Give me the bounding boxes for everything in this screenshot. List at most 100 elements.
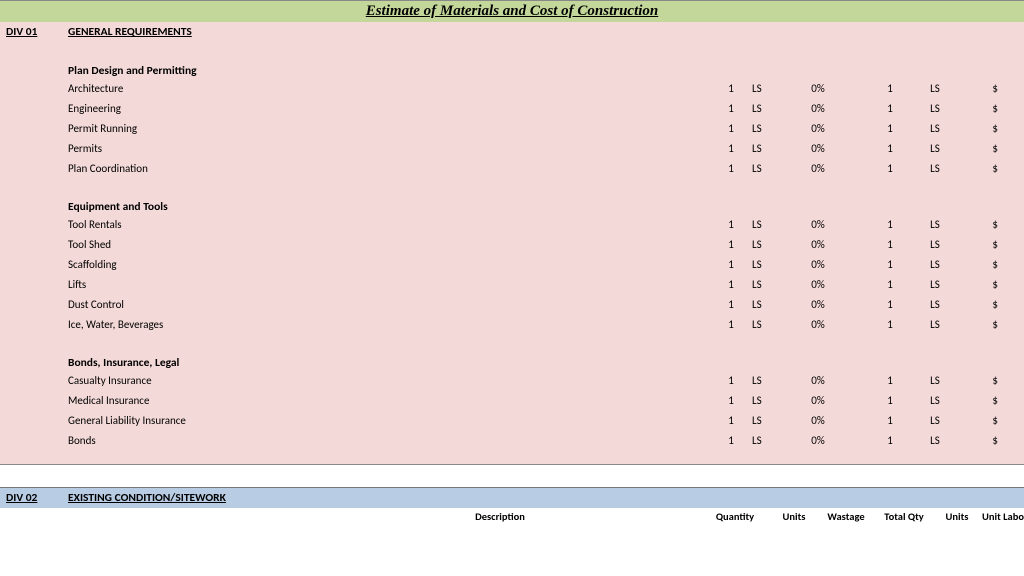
item-wastage: 0%	[794, 82, 842, 95]
item-cost: $	[964, 82, 1006, 95]
table-row: Ice, Water, Beverages1LS0%1LS$	[68, 314, 1024, 334]
item-units: LS	[748, 374, 794, 387]
group-block: Bonds, Insurance, LegalCasualty Insuranc…	[0, 334, 1024, 450]
item-units: LS	[748, 394, 794, 407]
column-labels-row: Description Quantity Units Wastage Total…	[0, 508, 1024, 523]
item-units: LS	[748, 162, 794, 175]
table-row: Bonds1LS0%1LS$	[68, 430, 1024, 450]
item-cost: $	[964, 258, 1006, 271]
item-wastage: 0%	[794, 298, 842, 311]
item-cost: $	[964, 238, 1006, 251]
item-description: Permit Running	[68, 122, 714, 135]
item-units2: LS	[906, 142, 964, 155]
item-cost: $	[964, 102, 1006, 115]
div02-header: DIV 02 EXISTING CONDITION/SITEWORK	[0, 488, 1024, 508]
item-totalqty: 1	[874, 278, 906, 291]
item-wastage: 0%	[794, 102, 842, 115]
item-qty: 1	[714, 238, 748, 251]
item-units: LS	[748, 238, 794, 251]
item-qty: 1	[714, 162, 748, 175]
item-totalqty: 1	[874, 318, 906, 331]
item-units2: LS	[906, 122, 964, 135]
item-units2: LS	[906, 238, 964, 251]
group-block: Plan Design and PermittingArchitecture1L…	[0, 42, 1024, 178]
item-units2: LS	[906, 434, 964, 447]
item-units: LS	[748, 414, 794, 427]
div01-name: GENERAL REQUIREMENTS	[68, 25, 192, 39]
item-totalqty: 1	[874, 122, 906, 135]
table-row: General Liability Insurance1LS0%1LS$	[68, 410, 1024, 430]
item-units2: LS	[906, 258, 964, 271]
item-cost: $	[964, 414, 1006, 427]
item-units2: LS	[906, 162, 964, 175]
item-wastage: 0%	[794, 238, 842, 251]
item-units: LS	[748, 102, 794, 115]
item-totalqty: 1	[874, 414, 906, 427]
col-quantity: Quantity	[700, 510, 770, 523]
group-title: Bonds, Insurance, Legal	[68, 356, 1024, 370]
item-units2: LS	[906, 298, 964, 311]
item-units2: LS	[906, 102, 964, 115]
div01-section: DIV 01 GENERAL REQUIREMENTS Plan Design …	[0, 22, 1024, 465]
div02-code: DIV 02	[6, 491, 68, 505]
item-wastage: 0%	[794, 414, 842, 427]
table-row: Dust Control1LS0%1LS$	[68, 294, 1024, 314]
item-totalqty: 1	[874, 434, 906, 447]
item-description: Medical Insurance	[68, 394, 714, 407]
item-cost: $	[964, 278, 1006, 291]
item-cost: $	[964, 122, 1006, 135]
item-units: LS	[748, 218, 794, 231]
item-description: Dust Control	[68, 298, 714, 311]
item-cost: $	[964, 218, 1006, 231]
item-qty: 1	[714, 258, 748, 271]
item-wastage: 0%	[794, 374, 842, 387]
item-totalqty: 1	[874, 142, 906, 155]
col-totalqty: Total Qty	[874, 510, 934, 523]
col-units2: Units	[934, 510, 980, 523]
item-totalqty: 1	[874, 258, 906, 271]
item-qty: 1	[714, 298, 748, 311]
item-description: General Liability Insurance	[68, 414, 714, 427]
item-wastage: 0%	[794, 162, 842, 175]
table-row: Permits1LS0%1LS$	[68, 138, 1024, 158]
table-row: Plan Coordination1LS0%1LS$	[68, 158, 1024, 178]
item-units2: LS	[906, 82, 964, 95]
item-qty: 1	[714, 414, 748, 427]
group-block: Equipment and ToolsTool Rentals1LS0%1LS$…	[0, 178, 1024, 334]
item-wastage: 0%	[794, 434, 842, 447]
item-description: Architecture	[68, 82, 714, 95]
group-title: Equipment and Tools	[68, 200, 1024, 214]
item-qty: 1	[714, 318, 748, 331]
item-units2: LS	[906, 318, 964, 331]
group-title: Plan Design and Permitting	[68, 64, 1024, 78]
item-description: Bonds	[68, 434, 714, 447]
item-units2: LS	[906, 218, 964, 231]
item-wastage: 0%	[794, 258, 842, 271]
table-row: Tool Shed1LS0%1LS$	[68, 234, 1024, 254]
item-description: Permits	[68, 142, 714, 155]
item-units: LS	[748, 258, 794, 271]
div02-name: EXISTING CONDITION/SITEWORK	[68, 491, 226, 505]
item-qty: 1	[714, 278, 748, 291]
item-totalqty: 1	[874, 162, 906, 175]
item-cost: $	[964, 298, 1006, 311]
item-cost: $	[964, 434, 1006, 447]
item-qty: 1	[714, 218, 748, 231]
item-totalqty: 1	[874, 298, 906, 311]
item-units: LS	[748, 298, 794, 311]
item-wastage: 0%	[794, 318, 842, 331]
table-row: Medical Insurance1LS0%1LS$	[68, 390, 1024, 410]
item-wastage: 0%	[794, 142, 842, 155]
item-units2: LS	[906, 394, 964, 407]
table-row: Engineering1LS0%1LS$	[68, 98, 1024, 118]
table-row: Permit Running1LS0%1LS$	[68, 118, 1024, 138]
item-qty: 1	[714, 102, 748, 115]
item-totalqty: 1	[874, 218, 906, 231]
item-totalqty: 1	[874, 394, 906, 407]
item-units2: LS	[906, 278, 964, 291]
page-title: Estimate of Materials and Cost of Constr…	[366, 3, 659, 19]
div01-code: DIV 01	[6, 25, 68, 39]
table-row: Lifts1LS0%1LS$	[68, 274, 1024, 294]
item-cost: $	[964, 162, 1006, 175]
item-units: LS	[748, 122, 794, 135]
